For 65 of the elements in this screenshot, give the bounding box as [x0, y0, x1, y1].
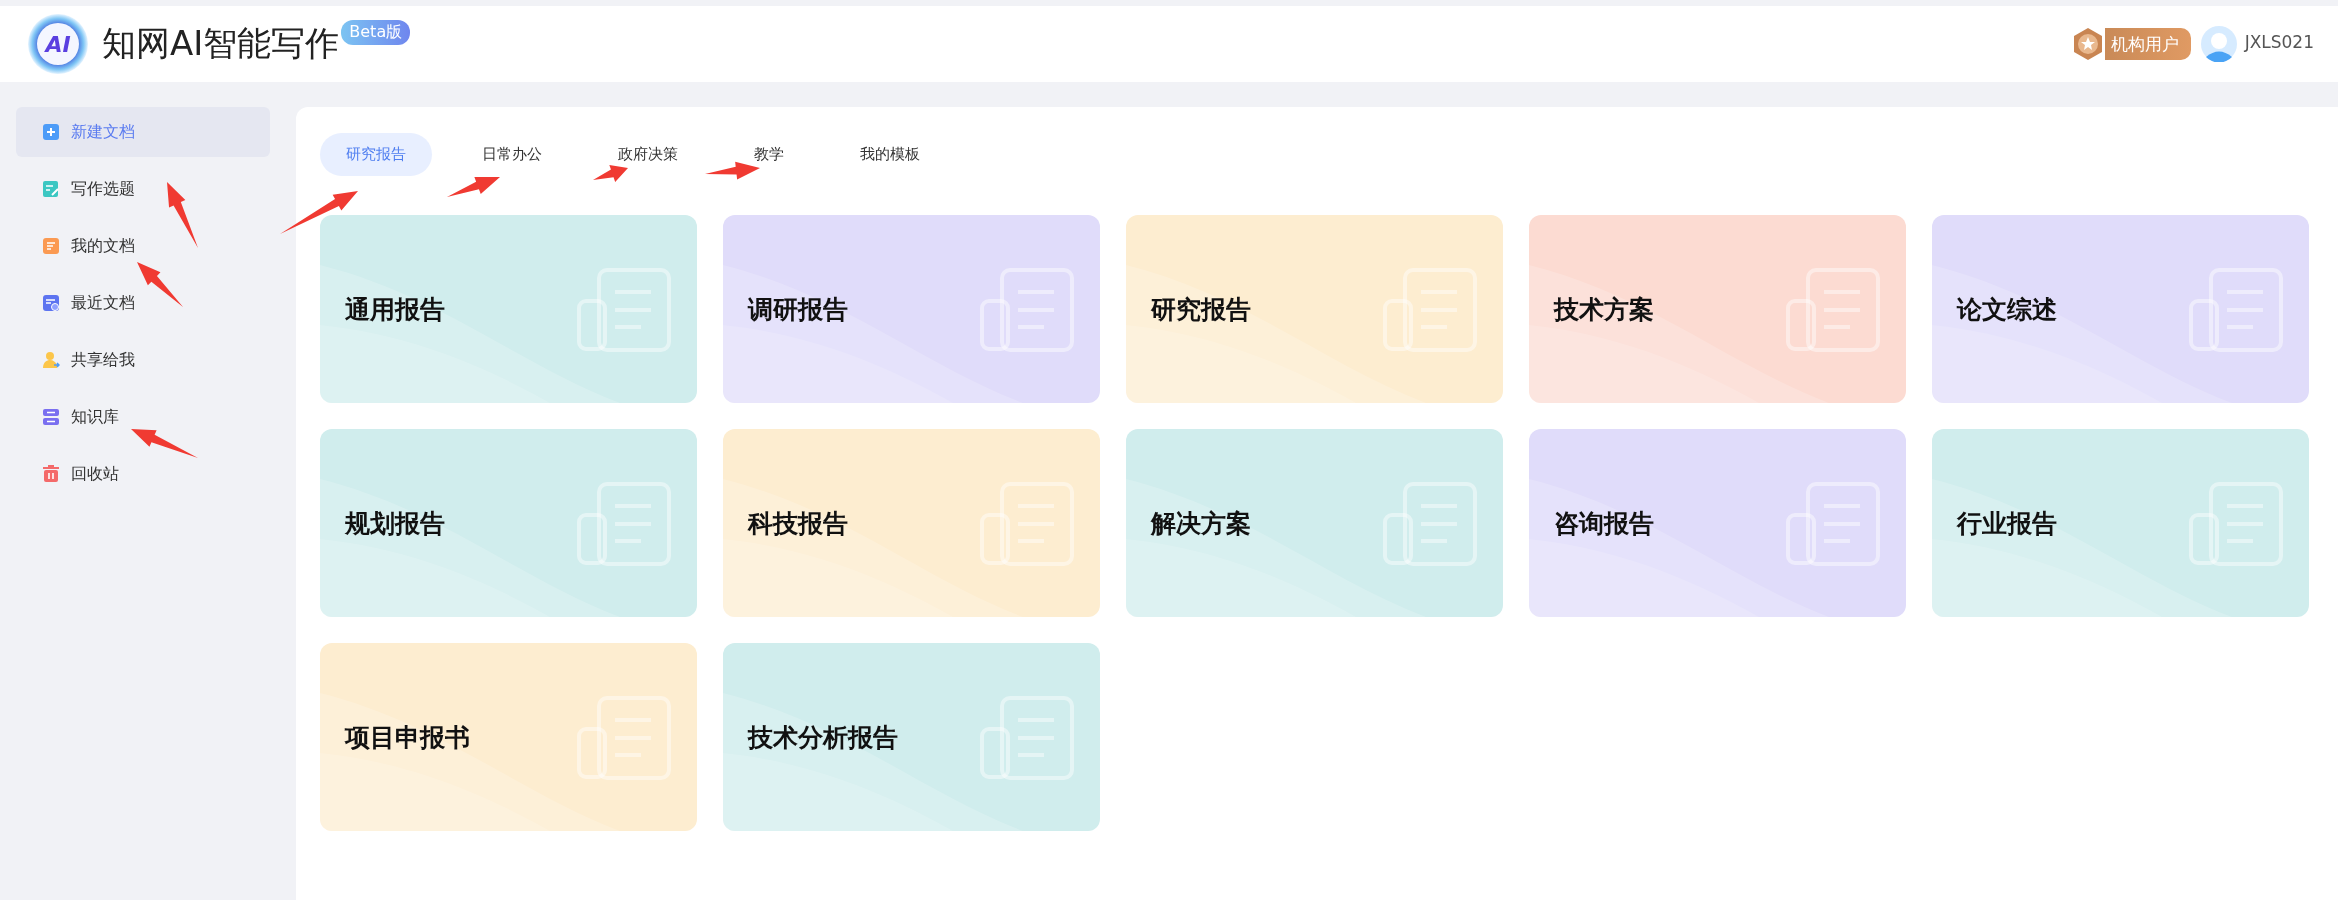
card-title: 技术方案	[1554, 293, 1654, 326]
document-icon	[1786, 482, 1880, 566]
template-card[interactable]: 咨询报告	[1529, 429, 1906, 617]
template-card[interactable]: 解决方案	[1126, 429, 1503, 617]
document-icon	[980, 268, 1074, 352]
person-icon	[42, 351, 60, 369]
card-title: 技术分析报告	[748, 721, 898, 754]
annotation-arrow	[447, 177, 500, 197]
template-card[interactable]: 调研报告	[723, 215, 1100, 403]
app-title: 知网AI智能写作	[102, 22, 340, 65]
sidebar-item[interactable]: 写作选题	[16, 164, 270, 214]
sidebar-item[interactable]: 知识库	[16, 392, 270, 442]
template-card[interactable]: 论文综述	[1932, 215, 2309, 403]
document-icon	[980, 696, 1074, 780]
category-tab[interactable]: 教学	[728, 133, 810, 176]
category-tab[interactable]: 我的模板	[834, 133, 946, 176]
sidebar-item[interactable]: 我的文档	[16, 221, 270, 271]
annotation-arrow	[131, 429, 198, 458]
database-icon	[42, 408, 60, 426]
card-title: 通用报告	[345, 293, 445, 326]
card-title: 解决方案	[1151, 507, 1251, 540]
document-icon	[1383, 268, 1477, 352]
category-tab[interactable]: 政府决策	[592, 133, 704, 176]
beta-badge: Beta版	[341, 20, 411, 45]
sidebar-item[interactable]: 最近文档	[16, 278, 270, 328]
card-title: 行业报告	[1957, 507, 2057, 540]
template-card[interactable]: 科技报告	[723, 429, 1100, 617]
card-title: 咨询报告	[1554, 507, 1654, 540]
template-card[interactable]: 技术方案	[1529, 215, 1906, 403]
pen-document-icon	[42, 180, 60, 198]
annotation-arrow	[705, 161, 760, 180]
document-icon	[1383, 482, 1477, 566]
card-title: 论文综述	[1957, 293, 2057, 326]
username[interactable]: JXLS021	[2244, 32, 2314, 52]
trash-icon	[42, 465, 60, 483]
document-icon	[577, 696, 671, 780]
document-icon	[577, 268, 671, 352]
sidebar-item[interactable]: 回收站	[16, 449, 270, 499]
annotation-arrow	[167, 182, 198, 248]
card-title: 项目申报书	[345, 721, 470, 754]
document-clock-icon	[42, 294, 60, 312]
document-icon	[1786, 268, 1880, 352]
template-card[interactable]: 规划报告	[320, 429, 697, 617]
document-icon	[2189, 268, 2283, 352]
annotation-arrow	[137, 262, 183, 307]
card-title: 研究报告	[1151, 293, 1251, 326]
document-icon	[2189, 482, 2283, 566]
annotation-arrow	[593, 164, 628, 182]
card-title: 调研报告	[748, 293, 848, 326]
card-title: 科技报告	[748, 507, 848, 540]
document-icon	[42, 237, 60, 255]
template-card[interactable]: 通用报告	[320, 215, 697, 403]
sidebar-item[interactable]: 共享给我	[16, 335, 270, 385]
template-card[interactable]: 研究报告	[1126, 215, 1503, 403]
document-icon	[577, 482, 671, 566]
avatar-icon[interactable]	[2200, 26, 2237, 62]
document-icon	[980, 482, 1074, 566]
template-card[interactable]: 项目申报书	[320, 643, 697, 831]
template-card[interactable]: 行业报告	[1932, 429, 2309, 617]
template-card[interactable]: 技术分析报告	[723, 643, 1100, 831]
category-tab[interactable]: 日常办公	[456, 133, 568, 176]
user-type-badge: 机构用户	[2104, 28, 2191, 60]
card-title: 规划报告	[345, 507, 445, 540]
logo-icon: AI	[26, 12, 90, 76]
plus-icon	[42, 123, 60, 141]
